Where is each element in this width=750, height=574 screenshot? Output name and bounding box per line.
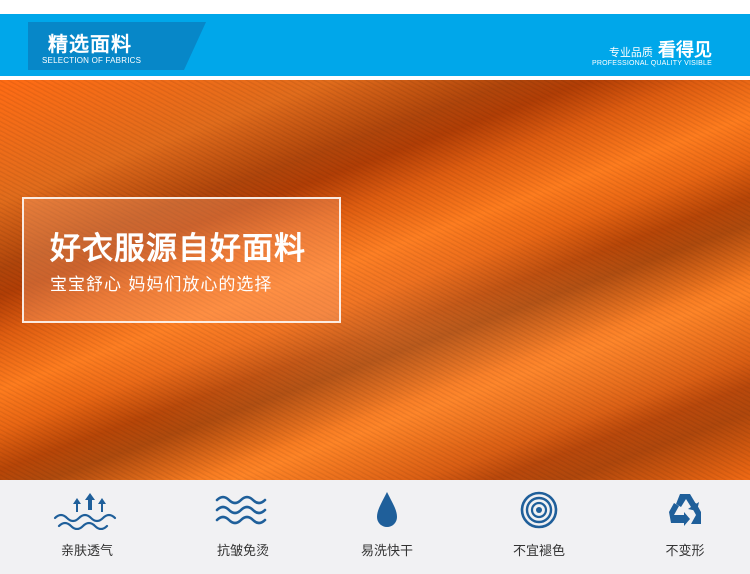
section-tag-fold: [184, 22, 206, 70]
hero-overlay: 好衣服源自好面料 宝宝舒心 妈妈们放心的选择: [22, 197, 341, 323]
quality-subtitle: PROFESSIONAL QUALITY VISIBLE: [592, 60, 712, 67]
section-title: 精选面料: [48, 32, 132, 56]
recycle-icon: [669, 494, 701, 526]
feature-label: 抗皱免烫: [216, 544, 269, 559]
wrinkle-waves-icon: [215, 495, 267, 525]
feature-label: 易洗快干: [360, 544, 413, 559]
feature-label: 不变形: [665, 544, 705, 559]
water-drop-icon: [377, 492, 397, 527]
feature-quick-dry: 易洗快干: [332, 490, 442, 570]
quality-small-text: 专业品质: [608, 46, 653, 59]
feature-breathable: 亲肤透气: [32, 490, 142, 570]
breathable-waves-icon: [53, 493, 117, 530]
feature-colorfast: 不宜褪色: [484, 490, 594, 570]
feature-wrinkle-free: 抗皱免烫: [188, 490, 298, 570]
quality-tag: 专业品质 看得见 PROFESSIONAL QUALITY VISIBLE: [592, 36, 712, 67]
quality-line: 专业品质 看得见: [592, 36, 712, 62]
product-detail-panel: 精选面料 SELECTION OF FABRICS 专业品质 看得见 PROFE…: [0, 0, 750, 574]
hero-title: 好衣服源自好面料: [50, 231, 306, 267]
hero-subtitle: 宝宝舒心 妈妈们放心的选择: [50, 275, 273, 295]
feature-strip: 亲肤透气 抗皱免烫 易洗快干 不宜褪色 不变形: [0, 480, 750, 574]
feature-label: 亲肤透气: [60, 544, 113, 559]
feature-no-deform: 不变形: [630, 490, 740, 570]
feature-label: 不宜褪色: [512, 544, 565, 559]
section-subtitle: SELECTION OF FABRICS: [42, 56, 142, 65]
target-circles-icon: [520, 491, 558, 529]
header: 精选面料 SELECTION OF FABRICS 专业品质 看得见 PROFE…: [0, 0, 750, 80]
quality-big-text: 看得见: [658, 40, 712, 61]
